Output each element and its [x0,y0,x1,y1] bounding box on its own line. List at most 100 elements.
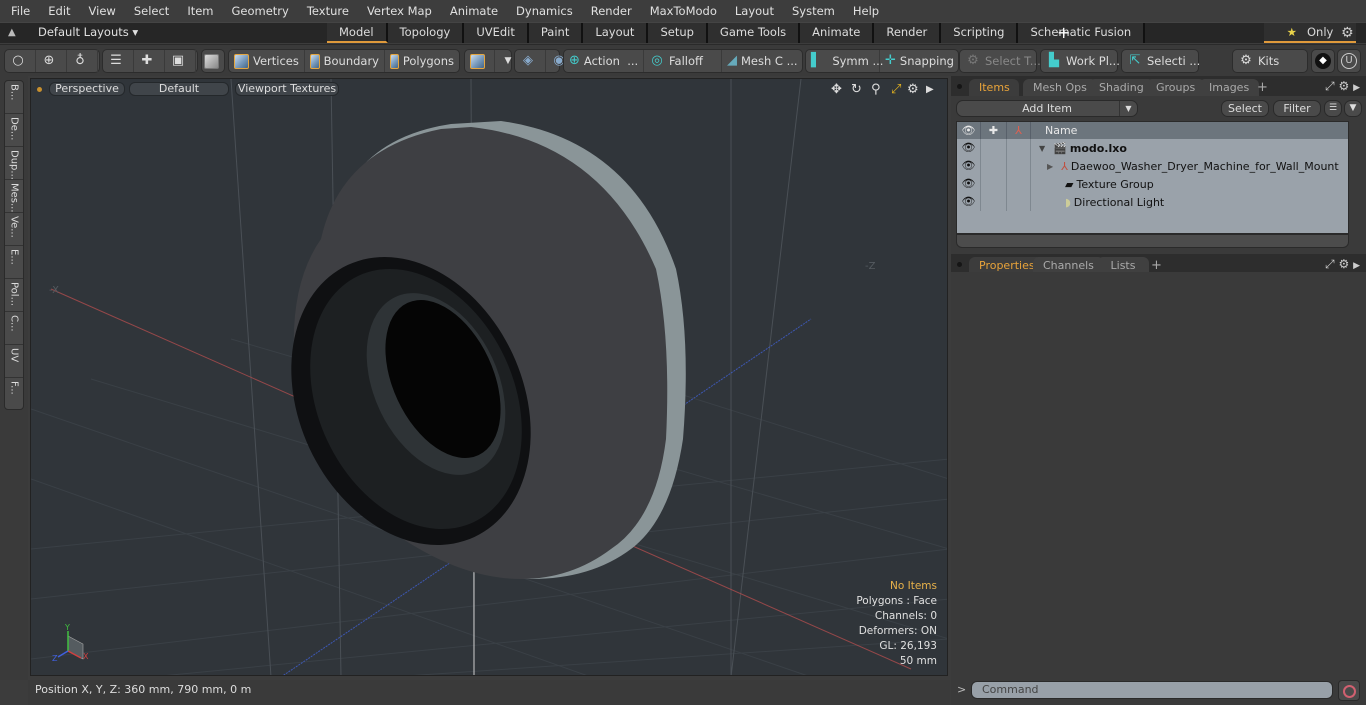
action-center-button[interactable]: ⊕ Action ... [564,50,644,72]
viewport-status-dot[interactable] [37,87,42,92]
snapping-button[interactable]: ✛ Snapping [880,50,958,72]
vertices-button[interactable]: Vertices [229,50,305,72]
add-item-dropdown-icon[interactable]: ▼ [1119,101,1137,116]
mesh-constraint-button[interactable]: ◢ Mesh C ... [722,50,800,72]
item-mode-button[interactable] [201,49,225,73]
pivot-button[interactable]: ◈ [515,50,546,72]
view-type-button[interactable]: Perspective [49,82,125,96]
viewport-more-icon[interactable]: ▶ [926,84,934,95]
default-layouts-dropdown[interactable]: Default Layouts ▾ [38,25,138,39]
tab-topology[interactable]: Topology [387,23,465,43]
vtab-fusion[interactable]: F... [5,378,23,411]
vtab-polygon[interactable]: Pol... [5,279,23,312]
tab-animate[interactable]: Animate [800,23,875,43]
visibility-toggle-icon[interactable]: 👁 [957,157,981,175]
menu-help[interactable]: Help [844,4,888,18]
menu-vertex-map[interactable]: Vertex Map [358,4,441,18]
visibility-toggle-icon[interactable]: 👁 [957,139,981,157]
vtab-edge[interactable]: E... [5,246,23,279]
list-options-icon[interactable]: ☰ [1324,100,1342,117]
material-button[interactable] [465,50,495,72]
menu-animate[interactable]: Animate [441,4,507,18]
select-through-button[interactable]: ⚙ Select T... [959,49,1041,73]
align-button[interactable]: ☰ [103,50,134,72]
tab-render[interactable]: Render [874,23,942,43]
select-button[interactable]: Select [1221,100,1269,117]
vtab-duplicate[interactable]: Dup... [5,147,23,180]
vtab-basic[interactable]: B... [5,81,23,114]
circle-select-button[interactable]: ○ [5,50,36,72]
symmetry-button[interactable]: ▌ Symm ... [806,50,883,72]
pan-icon[interactable]: ✥ [831,82,842,97]
command-input[interactable]: Command [971,681,1333,699]
item-row[interactable]: 👁 ▶ ⅄ Daewoo_Washer_Dryer_Machine_for_Wa… [957,157,1348,175]
filter-button[interactable]: Filter [1273,100,1321,117]
vtab-uv[interactable]: UV [5,345,23,378]
menu-file[interactable]: File [0,4,39,18]
pen-button[interactable]: ♁ [67,50,98,72]
panel-dot[interactable] [957,262,962,267]
locator-column-icon[interactable]: ⅄ [1007,122,1031,139]
expand-arrow-icon[interactable]: ▶ [1031,162,1053,171]
gear-icon[interactable]: ⚙ [1341,25,1354,41]
visibility-column-icon[interactable]: 👁 [957,122,981,139]
tab-layout[interactable]: Layout [583,23,649,43]
frame-button[interactable]: ▣ [165,50,196,72]
menu-texture[interactable]: Texture [298,4,358,18]
kits-button[interactable]: ⚙ Kits [1232,49,1308,73]
panel-gear-icon[interactable]: ⚙ [1338,257,1349,271]
tab-paint[interactable]: Paint [528,23,584,43]
vtab-deform[interactable]: De... [5,114,23,147]
selection-sets-button[interactable]: ⇱ Selecti ... [1121,49,1200,73]
expand-icon[interactable]: ⤢ [1325,79,1335,93]
panel-dot[interactable] [957,84,962,89]
menu-render[interactable]: Render [582,4,641,18]
tab-schematic-fusion[interactable]: Schematic Fusion [1018,23,1146,43]
panel-gear-icon[interactable]: ⚙ [1338,79,1349,93]
shading-button[interactable]: Default [129,82,229,96]
vtab-mesh-edit[interactable]: Mes... [5,180,23,213]
menu-layout[interactable]: Layout [726,4,783,18]
viewport-textures-button[interactable]: Viewport Textures [235,82,339,96]
viewport-gear-icon[interactable]: ⚙ [907,82,919,97]
vtab-curve[interactable]: C... [5,312,23,345]
3d-viewport[interactable]: -X -Z Y Z X Perspective Default Viewport… [30,78,948,676]
item-row[interactable]: 👁 ◗ Directional Light [957,193,1348,211]
tab-shading[interactable]: Shading [1089,79,1154,96]
tab-items[interactable]: Items [969,79,1019,96]
add-item-button[interactable]: Add Item ▼ [956,100,1138,117]
tab-images[interactable]: Images [1199,79,1260,96]
tab-setup[interactable]: Setup [648,23,708,43]
command-record-button[interactable] [1338,680,1360,701]
menu-select[interactable]: Select [125,4,178,18]
rotate-icon[interactable]: ↻ [851,82,862,97]
panel-more-icon[interactable]: ▶ [1353,83,1360,93]
polygons-button[interactable]: Polygons [385,50,459,72]
expand-icon[interactable]: ⤢ [1325,257,1335,271]
menu-dynamics[interactable]: Dynamics [507,4,582,18]
menu-system[interactable]: System [783,4,844,18]
menu-maxtomodo[interactable]: MaxToModo [641,4,726,18]
name-column-header[interactable]: Name [1031,122,1077,139]
tab-groups[interactable]: Groups [1146,79,1206,96]
unity-button[interactable]: ◆ [1311,49,1335,73]
washer-model[interactable] [246,121,686,584]
item-row[interactable]: 👁 ▼ 🎬 modo.lxo [957,139,1348,157]
menu-edit[interactable]: Edit [39,4,79,18]
menu-item[interactable]: Item [178,4,222,18]
maximize-icon[interactable]: ⤢ [891,82,901,97]
tab-scripting[interactable]: Scripting [941,23,1019,43]
tab-game-tools[interactable]: Game Tools [707,23,801,43]
boundary-button[interactable]: Boundary [305,50,385,72]
visibility-toggle-icon[interactable]: 👁 [957,193,981,211]
collapse-up-icon[interactable]: ▲ [8,27,22,39]
menu-view[interactable]: View [80,4,125,18]
cross-button[interactable]: ✚ [134,50,165,72]
collapse-arrow-icon[interactable]: ▼ [1031,144,1045,153]
unreal-button[interactable]: U [1337,49,1361,73]
vtab-vertex[interactable]: Ve... [5,213,23,246]
tab-mesh-ops[interactable]: Mesh Ops [1023,79,1097,96]
tab-model[interactable]: Model [327,23,388,43]
menu-geometry[interactable]: Geometry [223,4,298,18]
tab-uvedit[interactable]: UVEdit [464,23,529,43]
